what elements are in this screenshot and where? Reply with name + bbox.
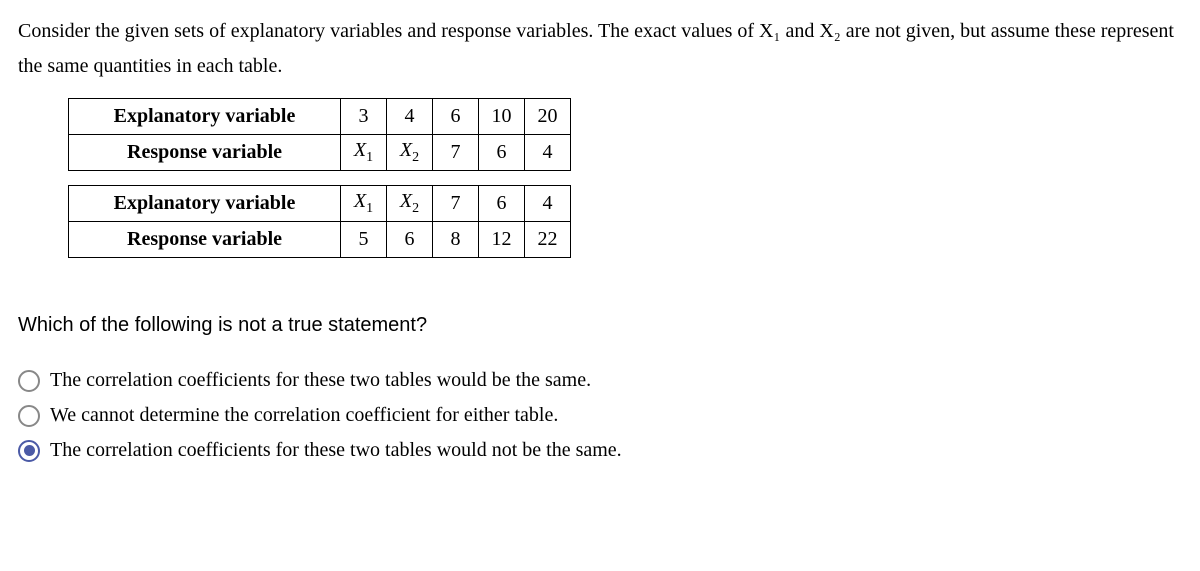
cell: X2 [387,135,433,171]
cell: 20 [525,99,571,135]
radio-icon[interactable] [18,440,40,462]
cell: 10 [479,99,525,135]
table-2: Explanatory variable X1 X2 7 6 4 Respons… [68,185,571,258]
table-row: Explanatory variable 3 4 6 10 20 [69,99,571,135]
option-label: The correlation coefficients for these t… [50,439,622,462]
tables-container: Explanatory variable 3 4 6 10 20 Respons… [68,98,1182,258]
table-row: Response variable 5 6 8 12 22 [69,222,571,258]
radio-icon[interactable] [18,405,40,427]
cell: 5 [341,222,387,258]
cell: 6 [433,99,479,135]
cell: 3 [341,99,387,135]
cell: 4 [387,99,433,135]
radio-icon[interactable] [18,370,40,392]
cell: X1 [341,186,387,222]
option-label: The correlation coefficients for these t… [50,369,591,392]
cell: 7 [433,186,479,222]
option-2[interactable]: We cannot determine the correlation coef… [18,404,1182,427]
table-1: Explanatory variable 3 4 6 10 20 Respons… [68,98,571,171]
option-label: We cannot determine the correlation coef… [50,404,558,427]
cell: 4 [525,186,571,222]
row-label: Response variable [69,135,341,171]
option-3[interactable]: The correlation coefficients for these t… [18,439,1182,462]
table-row: Response variable X1 X2 7 6 4 [69,135,571,171]
cell: 6 [479,135,525,171]
cell: 6 [479,186,525,222]
table-row: Explanatory variable X1 X2 7 6 4 [69,186,571,222]
cell: 4 [525,135,571,171]
question-text: Which of the following is not a true sta… [18,314,1182,337]
cell: 22 [525,222,571,258]
cell: X2 [387,186,433,222]
options-group: The correlation coefficients for these t… [18,369,1182,462]
row-label: Response variable [69,222,341,258]
option-1[interactable]: The correlation coefficients for these t… [18,369,1182,392]
row-label: Explanatory variable [69,186,341,222]
cell: 8 [433,222,479,258]
cell: 7 [433,135,479,171]
cell: X1 [341,135,387,171]
cell: 12 [479,222,525,258]
cell: 6 [387,222,433,258]
intro-text: Consider the given sets of explanatory v… [18,14,1182,84]
row-label: Explanatory variable [69,99,341,135]
